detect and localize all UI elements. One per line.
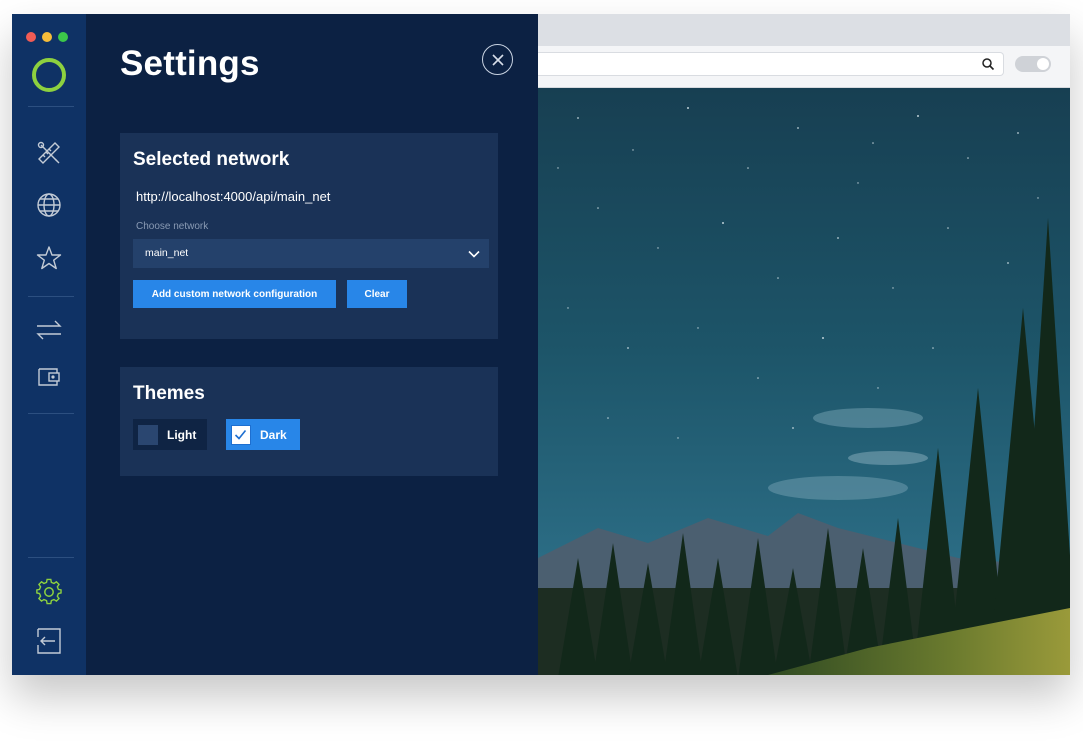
star-icon: [36, 246, 62, 270]
rail-item-favorites[interactable]: [34, 243, 64, 273]
themes-card: Themes Light Dark: [120, 367, 498, 476]
app-logo[interactable]: [32, 58, 66, 92]
theme-checkbox[interactable]: [231, 424, 251, 445]
rail-divider: [28, 557, 74, 558]
theme-checkbox[interactable]: [138, 424, 158, 445]
page-title: Settings: [120, 44, 260, 83]
checkmark-icon: [234, 429, 247, 440]
icon-rail: [12, 14, 86, 675]
rail-item-tools[interactable]: [34, 138, 64, 168]
transfer-icon: [36, 320, 62, 340]
rail-item-wallet[interactable]: [34, 362, 64, 392]
theme-option-light[interactable]: Light: [133, 419, 207, 450]
rail-item-settings[interactable]: [34, 577, 64, 607]
theme-option-dark[interactable]: Dark: [226, 419, 300, 450]
browser-window: [538, 14, 1070, 675]
clear-button[interactable]: Clear: [347, 280, 407, 308]
themes-card-title: Themes: [133, 383, 205, 404]
chevron-down-icon: [468, 250, 480, 258]
close-icon: [491, 53, 504, 66]
window-zoom-dot[interactable]: [58, 32, 68, 42]
browser-toolbar: [538, 46, 1070, 88]
network-url: http://localhost:4000/api/main_net: [136, 189, 331, 204]
window-minimize-dot[interactable]: [42, 32, 52, 42]
toggle-knob: [1037, 58, 1049, 70]
network-select-value: main_net: [145, 247, 189, 259]
logout-icon: [37, 628, 61, 654]
network-select[interactable]: main_net: [133, 239, 489, 268]
rail-item-network[interactable]: [34, 190, 64, 220]
globe-icon: [37, 193, 61, 217]
network-card: Selected network http://localhost:4000/a…: [120, 133, 498, 339]
address-bar[interactable]: [538, 52, 1004, 76]
tools-icon: [37, 141, 60, 164]
rail-divider: [28, 413, 74, 414]
app-window: Settings Selected network http://localho…: [12, 14, 1070, 675]
rail-item-transfer[interactable]: [34, 315, 64, 345]
night-sky-wallpaper: [538, 88, 1070, 675]
rail-item-logout[interactable]: [34, 626, 64, 656]
settings-panel: Settings Selected network http://localho…: [86, 14, 538, 675]
network-card-title: Selected network: [133, 149, 290, 170]
rail-divider: [28, 296, 74, 297]
search-icon[interactable]: [981, 57, 995, 71]
theme-label: Light: [167, 427, 197, 442]
choose-network-label: Choose network: [136, 221, 209, 232]
browser-tab-bar: [538, 14, 1070, 46]
close-button[interactable]: [482, 44, 513, 75]
browser-toggle[interactable]: [1015, 56, 1051, 72]
window-close-dot[interactable]: [26, 32, 36, 42]
rail-divider: [28, 106, 74, 107]
theme-label: Dark: [260, 427, 287, 442]
wallet-icon: [38, 368, 60, 386]
add-network-button[interactable]: Add custom network configuration: [133, 280, 336, 308]
gear-icon: [36, 578, 62, 605]
